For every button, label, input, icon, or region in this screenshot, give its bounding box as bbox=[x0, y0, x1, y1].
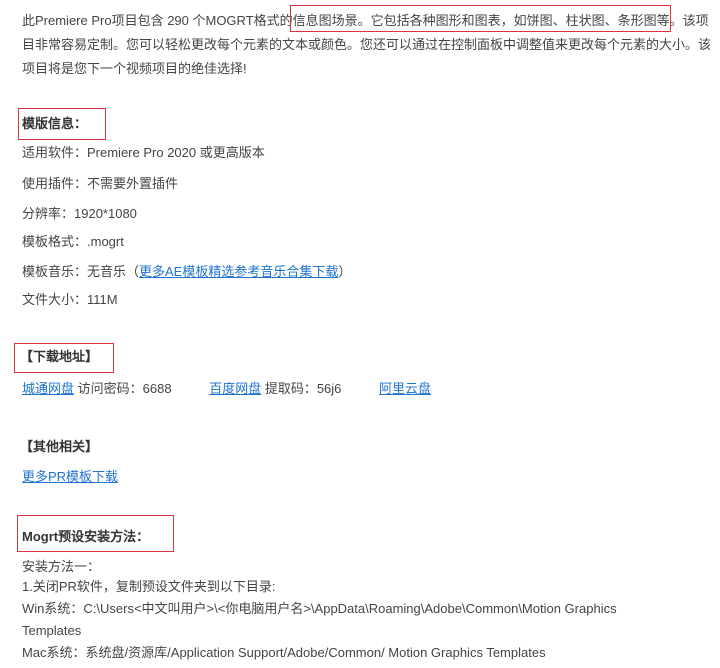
more-pr-templates-link[interactable]: 更多PR模板下载 bbox=[22, 469, 118, 484]
intro-text: 此Premiere Pro项目包含 290 个MOGRT格式的 bbox=[22, 13, 293, 28]
baidu-code: 提取码：56j6 bbox=[264, 381, 342, 396]
info-size: 文件大小：111M bbox=[22, 292, 118, 307]
music-link[interactable]: 更多AE模板精选参考音乐合集下载 bbox=[139, 264, 338, 279]
highlight-box bbox=[18, 108, 106, 140]
music-close: ） bbox=[338, 264, 352, 279]
info-music: 模板音乐：无音乐（更多AE模板精选参考音乐合集下载） bbox=[22, 263, 351, 281]
chengtong-code: 访问密码：6688 bbox=[77, 381, 172, 396]
info-format: 模板格式：.mogrt bbox=[22, 234, 124, 249]
highlight-box bbox=[14, 343, 114, 373]
intro-line: 目非常容易定制。您可以轻松更改每个元素的文本或颜色。您还可以通过在控制面板中调整… bbox=[22, 37, 712, 52]
chengtong-link[interactable]: 城通网盘 bbox=[22, 381, 74, 396]
install-mac: Mac系统：系统盘/资源库/Application Support/Adobe/… bbox=[22, 645, 546, 660]
aliyun-link[interactable]: 阿里云盘 bbox=[379, 381, 431, 396]
music-label: 模板音乐：无音乐（ bbox=[22, 264, 140, 279]
related-heading: 【其他相关】 bbox=[20, 439, 99, 454]
intro-text: 该项 bbox=[682, 13, 709, 28]
info-plugin: 使用插件：不需要外置插件 bbox=[22, 176, 179, 191]
highlight-box bbox=[17, 515, 174, 552]
install-method: 安装方法一： bbox=[22, 559, 101, 574]
download-links: 城通网盘 访问密码：6688 百度网盘 提取码：56j6 阿里云盘 bbox=[22, 380, 431, 398]
baidu-link[interactable]: 百度网盘 bbox=[209, 381, 261, 396]
intro-line: 项目将是您下一个视频项目的绝佳选择! bbox=[22, 61, 247, 76]
info-software: 适用软件：Premiere Pro 2020 或更高版本 bbox=[22, 145, 265, 160]
related-link-wrap: 更多PR模板下载 bbox=[22, 468, 118, 486]
highlight-box bbox=[290, 5, 671, 32]
info-resolution: 分辨率：1920*1080 bbox=[22, 206, 137, 221]
install-win-cont: Templates bbox=[22, 623, 82, 638]
install-step1: 1.关闭PR软件，复制预设文件夹到以下目录: bbox=[22, 579, 276, 594]
install-win: Win系统：C:\Users<中文叫用户>\<你电脑用户名>\AppData\R… bbox=[22, 601, 617, 616]
